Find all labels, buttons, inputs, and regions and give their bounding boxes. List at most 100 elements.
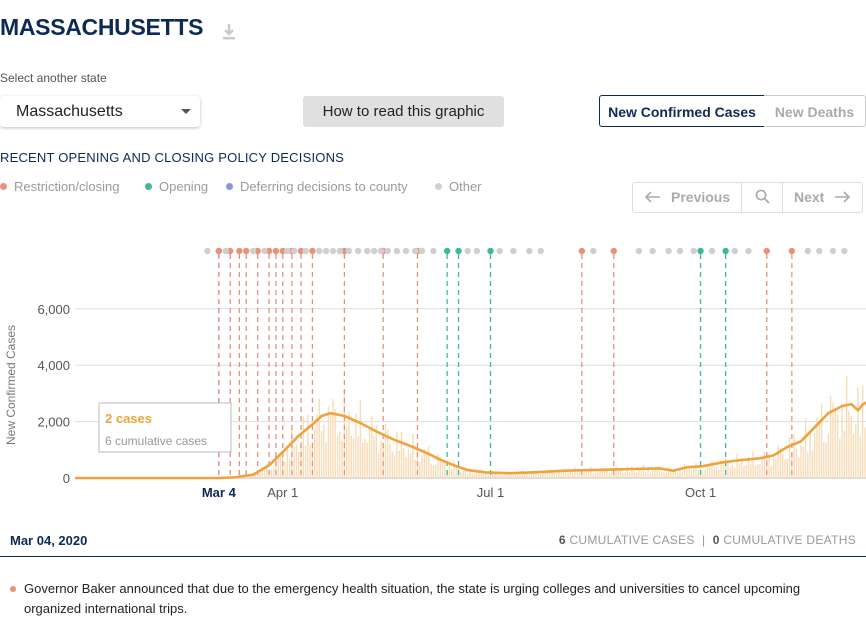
search-button[interactable] — [742, 183, 782, 212]
daily-bar — [419, 461, 421, 478]
policy-dot-other[interactable] — [816, 247, 823, 255]
daily-bar — [498, 474, 501, 478]
policy-dot-other[interactable] — [411, 247, 419, 255]
policy-dot-other[interactable] — [635, 247, 643, 255]
daily-bar — [704, 469, 706, 478]
daily-bar — [384, 423, 387, 478]
policy-dot[interactable] — [788, 247, 796, 255]
state-select[interactable]: Massachusetts — [0, 96, 200, 127]
daily-bar — [619, 470, 622, 478]
policy-dot-other[interactable] — [676, 247, 684, 255]
daily-bar — [421, 454, 423, 478]
policy-dot[interactable] — [455, 247, 462, 255]
legend-opening-label: Opening — [159, 179, 209, 194]
daily-bar — [841, 403, 843, 478]
policy-dot-other[interactable] — [377, 247, 385, 255]
policy-dot-other[interactable] — [690, 247, 697, 255]
policy-dot-other[interactable] — [829, 247, 837, 255]
policy-dot-other[interactable] — [204, 247, 211, 255]
policy-dot[interactable] — [722, 247, 729, 255]
daily-bar — [852, 433, 855, 478]
policy-dot[interactable] — [697, 247, 704, 255]
cumulative-deaths-label: CUMULATIVE DEATHS — [723, 533, 856, 547]
policy-dot-other[interactable] — [708, 247, 716, 255]
download-icon[interactable] — [220, 22, 238, 42]
policy-dot-other[interactable] — [804, 247, 812, 255]
previous-button[interactable]: Previous — [644, 183, 745, 212]
policy-dot-other[interactable] — [649, 247, 656, 255]
policy-dot-other[interactable] — [418, 247, 426, 255]
policy-dot[interactable] — [236, 247, 243, 255]
policy-dot-other[interactable] — [384, 247, 391, 255]
daily-bar — [706, 466, 709, 478]
tooltip-title: 2 cases — [105, 411, 152, 426]
daily-bar — [345, 426, 348, 478]
policy-dot-other[interactable] — [322, 247, 330, 255]
arrow-right-icon — [835, 191, 851, 203]
legend-county-label: Deferring decisions to county — [240, 179, 408, 194]
policy-dot-other[interactable] — [302, 247, 309, 255]
policy-dot-other[interactable] — [316, 247, 323, 255]
policy-dot-other[interactable] — [537, 247, 544, 255]
policy-dot-other[interactable] — [590, 247, 597, 255]
next-button[interactable]: Next — [794, 183, 864, 212]
policy-dot[interactable] — [309, 247, 316, 255]
policy-dot-other[interactable] — [336, 247, 344, 255]
daily-bar — [398, 450, 400, 478]
tooltip-subtitle: 6 cumulative cases — [105, 434, 207, 448]
tab-new-confirmed-cases[interactable]: New Confirmed Cases — [599, 95, 765, 127]
daily-bar — [482, 473, 485, 478]
policy-dot-other[interactable] — [290, 247, 298, 255]
policy-dot-other[interactable] — [364, 247, 371, 255]
daily-bar — [544, 472, 546, 478]
policy-dot-other[interactable] — [510, 247, 517, 255]
policy-dot-other[interactable] — [261, 247, 268, 255]
policy-dot-other[interactable] — [526, 247, 533, 255]
policy-dot-other[interactable] — [354, 247, 362, 255]
policy-dot-other[interactable] — [430, 247, 437, 255]
policy-dot-other[interactable] — [473, 247, 481, 255]
policy-dot[interactable] — [215, 247, 223, 255]
daily-bar — [761, 456, 763, 478]
daily-bar — [782, 454, 784, 478]
restriction-dot-icon — [0, 183, 7, 190]
policy-dot[interactable] — [578, 247, 586, 255]
next-label: Next — [794, 189, 825, 205]
policy-dot[interactable] — [272, 247, 280, 255]
daily-bar — [624, 472, 626, 478]
daily-bar — [697, 470, 699, 478]
policy-dot[interactable] — [443, 247, 451, 255]
policy-dot-other[interactable] — [402, 247, 410, 255]
policy-dot[interactable] — [243, 247, 250, 255]
policy-dot-other[interactable] — [345, 247, 353, 255]
policy-dot-other[interactable] — [841, 247, 848, 255]
policy-dot-other[interactable] — [329, 247, 337, 255]
policy-dot-other[interactable] — [496, 247, 503, 255]
policy-dot-other[interactable] — [464, 247, 471, 255]
y-tick-label: 4,000 — [37, 358, 70, 373]
daily-bar — [839, 438, 841, 478]
daily-bar — [857, 386, 859, 478]
policy-dot-other[interactable] — [222, 247, 229, 255]
daily-bar — [743, 465, 745, 478]
daily-bar — [403, 447, 405, 478]
policy-dot-other[interactable] — [665, 247, 672, 255]
policy-dot-other[interactable] — [731, 247, 738, 255]
how-to-read-button[interactable]: How to read this graphic — [303, 96, 504, 127]
daily-bar — [738, 463, 741, 478]
legend-other: Other — [435, 179, 482, 194]
daily-bar — [364, 438, 366, 478]
daily-bar — [334, 409, 336, 478]
tab-new-deaths[interactable]: New Deaths — [764, 95, 866, 127]
policy-dot[interactable] — [763, 247, 770, 255]
policy-dot[interactable] — [610, 247, 617, 255]
daily-bar — [332, 399, 334, 478]
policy-dot-other[interactable] — [745, 247, 752, 255]
policy-dot-other[interactable] — [393, 247, 401, 255]
daily-bar — [560, 471, 562, 478]
policy-dot-other[interactable] — [284, 247, 291, 255]
daily-bar — [542, 473, 544, 478]
policy-dot[interactable] — [487, 247, 494, 255]
policy-dot-other[interactable] — [370, 247, 378, 255]
policy-dot-other[interactable] — [249, 247, 257, 255]
